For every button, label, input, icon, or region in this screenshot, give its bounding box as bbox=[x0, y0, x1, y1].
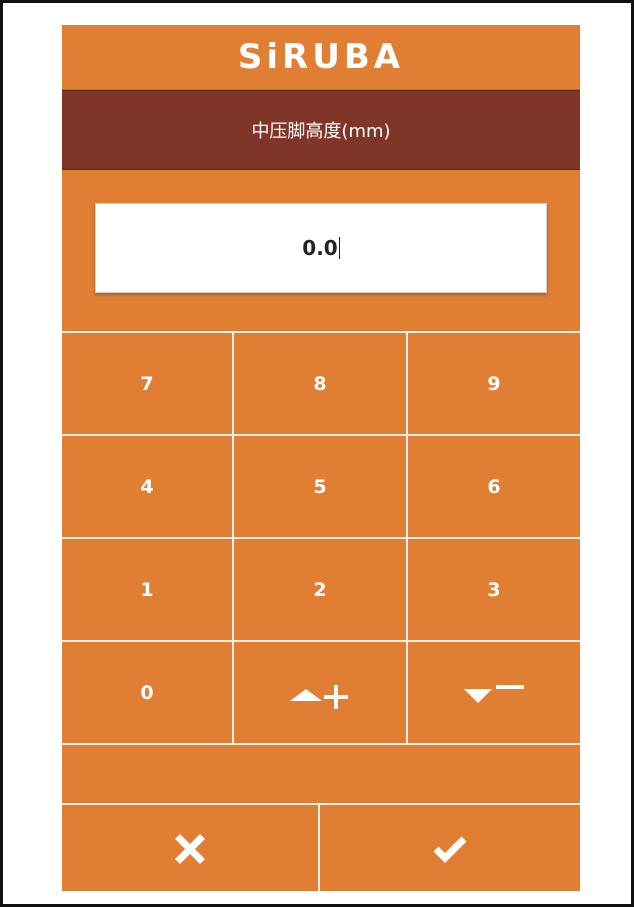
key-8[interactable]: 8 bbox=[234, 333, 408, 436]
key-4[interactable]: 4 bbox=[62, 436, 234, 539]
text-caret bbox=[338, 237, 340, 259]
brand-header: SiRUBA bbox=[62, 25, 580, 90]
value-input[interactable]: 0.0 bbox=[95, 203, 547, 293]
numeric-input-dialog: SiRUBA 中压脚高度(mm) 0.0 7 8 9 4 5 6 1 2 3 0 bbox=[62, 25, 580, 891]
dialog-title: 中压脚高度(mm) bbox=[251, 121, 391, 142]
triangle-up-plus-icon bbox=[288, 677, 352, 709]
action-bar bbox=[62, 803, 580, 891]
key-2[interactable]: 2 bbox=[234, 539, 408, 642]
key-7[interactable]: 7 bbox=[62, 333, 234, 436]
confirm-button[interactable] bbox=[320, 805, 580, 891]
key-5[interactable]: 5 bbox=[234, 436, 408, 539]
decrement-button[interactable] bbox=[408, 642, 580, 745]
key-6[interactable]: 6 bbox=[408, 436, 580, 539]
numeric-keypad: 7 8 9 4 5 6 1 2 3 0 bbox=[62, 333, 580, 745]
dialog-title-bar: 中压脚高度(mm) bbox=[62, 90, 580, 170]
siruba-logo: SiRUBA bbox=[237, 37, 405, 77]
key-3[interactable]: 3 bbox=[408, 539, 580, 642]
increment-button[interactable] bbox=[234, 642, 408, 745]
check-icon bbox=[432, 835, 468, 863]
triangle-down-minus-icon bbox=[462, 677, 526, 709]
cancel-button[interactable] bbox=[62, 805, 320, 891]
key-0[interactable]: 0 bbox=[62, 642, 234, 745]
key-1[interactable]: 1 bbox=[62, 539, 234, 642]
key-9[interactable]: 9 bbox=[408, 333, 580, 436]
close-icon bbox=[175, 834, 205, 864]
input-value: 0.0 bbox=[302, 236, 338, 260]
